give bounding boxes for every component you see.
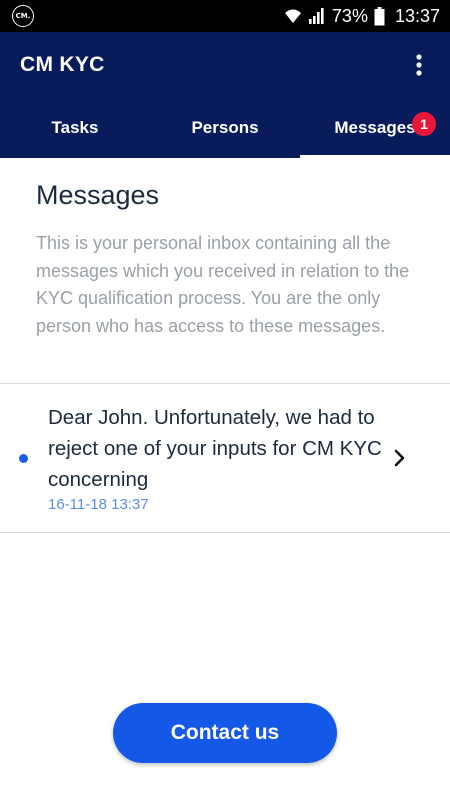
app-title: CM KYC [20,53,105,76]
tab-label: Messages [334,118,416,137]
page-title: Messages [36,180,160,210]
unread-indicator-icon [19,454,28,463]
signal-icon [308,8,324,24]
tab-tasks[interactable]: Tasks [0,98,150,158]
inbox-description: This is your personal inbox containing a… [36,233,410,336]
status-clock: 13:37 [394,5,440,26]
more-vert-icon [416,54,422,76]
contact-us-button[interactable]: Contact us [113,703,337,763]
tab-label: Tasks [51,118,99,137]
tab-bar: Tasks Persons Messages 1 [0,98,450,158]
status-indicators: 73% 13:37 [284,6,440,27]
battery-percentage: 73% [331,5,368,26]
status-bar: CM. 73% 13:37 [0,0,450,32]
overflow-menu-button[interactable] [404,45,434,85]
divider [0,532,450,533]
wifi-icon [284,9,301,23]
tab-label: Persons [191,118,259,137]
message-date: 16-11-18 13:37 [48,496,149,513]
tab-messages[interactable]: Messages 1 [300,98,450,158]
app-bar: CM KYC [0,32,450,98]
tab-persons[interactable]: Persons [150,98,300,158]
battery-icon [374,6,385,25]
cm-logo-icon: CM. [12,5,34,27]
unread-count-badge: 1 [412,112,436,136]
message-preview: Dear John. Unfortunately, we had to reje… [48,406,382,491]
chevron-right-icon [394,449,405,467]
